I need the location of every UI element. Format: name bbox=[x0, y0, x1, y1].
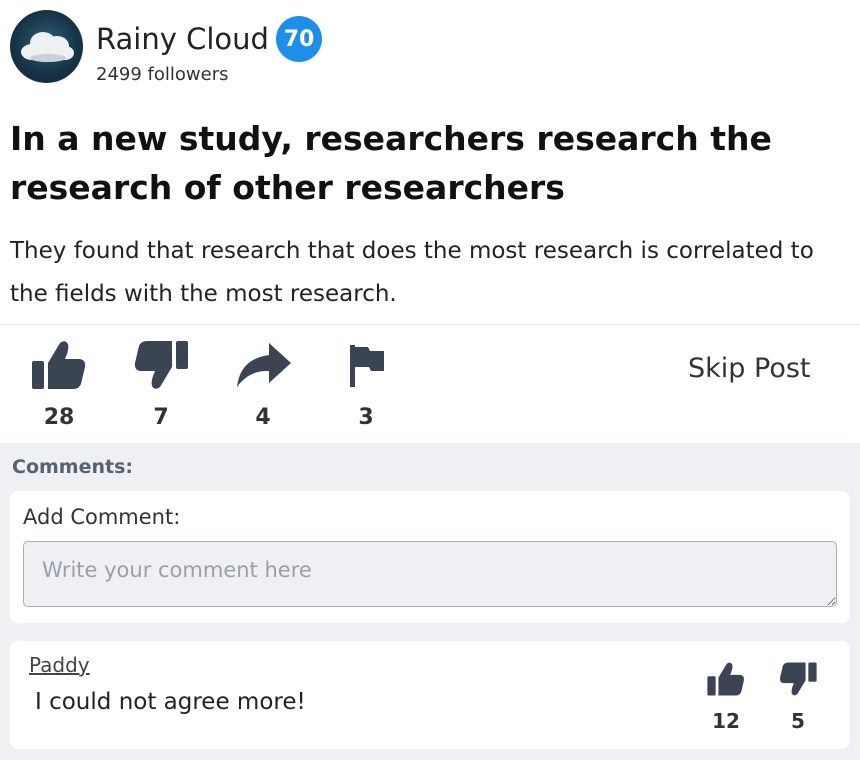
thumbs-down-icon bbox=[134, 341, 188, 389]
thumbs-up-icon bbox=[707, 662, 745, 696]
share-button[interactable]: 4 bbox=[228, 339, 298, 439]
share-count: 4 bbox=[255, 405, 271, 430]
flag-icon bbox=[350, 345, 384, 387]
flag-count: 3 bbox=[358, 405, 374, 430]
add-comment-label: Add Comment: bbox=[23, 505, 181, 529]
post-author: Rainy Cloud 70 2499 followers bbox=[10, 10, 510, 85]
dislike-count: 7 bbox=[153, 405, 169, 430]
add-comment-card: Add Comment: bbox=[10, 491, 850, 623]
comments-section: Comments: Add Comment: Paddy I could not… bbox=[0, 443, 860, 760]
comment-item: Paddy I could not agree more! 12 5 bbox=[10, 641, 850, 749]
cloud-icon bbox=[21, 32, 74, 62]
like-button[interactable]: 28 bbox=[24, 339, 94, 439]
comment-author[interactable]: Paddy bbox=[29, 653, 90, 677]
comments-heading: Comments: bbox=[12, 456, 133, 478]
skip-post-button[interactable]: Skip Post bbox=[688, 353, 811, 384]
like-count: 28 bbox=[43, 405, 75, 430]
score-badge: 70 bbox=[276, 16, 322, 62]
thumbs-up-icon bbox=[32, 341, 86, 389]
post-actions-bar: 28 7 4 3 Skip Post bbox=[0, 325, 860, 443]
comment-like-count: 12 bbox=[712, 709, 740, 733]
comment-dislike-button[interactable]: 5 bbox=[778, 661, 818, 733]
post-body: They found that research that does the m… bbox=[10, 238, 814, 307]
comment-text: I could not agree more! bbox=[35, 689, 306, 715]
comment-like-button[interactable]: 12 bbox=[706, 661, 746, 733]
flag-button[interactable]: 3 bbox=[331, 339, 401, 439]
thumbs-down-icon bbox=[779, 662, 817, 696]
avatar[interactable] bbox=[10, 10, 83, 83]
comment-dislike-count: 5 bbox=[791, 709, 805, 733]
dislike-button[interactable]: 7 bbox=[126, 339, 196, 439]
author-name[interactable]: Rainy Cloud bbox=[96, 22, 269, 56]
post-title: In a new study, researchers research the… bbox=[10, 119, 772, 207]
comment-input[interactable] bbox=[23, 541, 837, 607]
share-arrow-icon bbox=[237, 343, 291, 387]
follower-count: 2499 followers bbox=[96, 64, 229, 85]
